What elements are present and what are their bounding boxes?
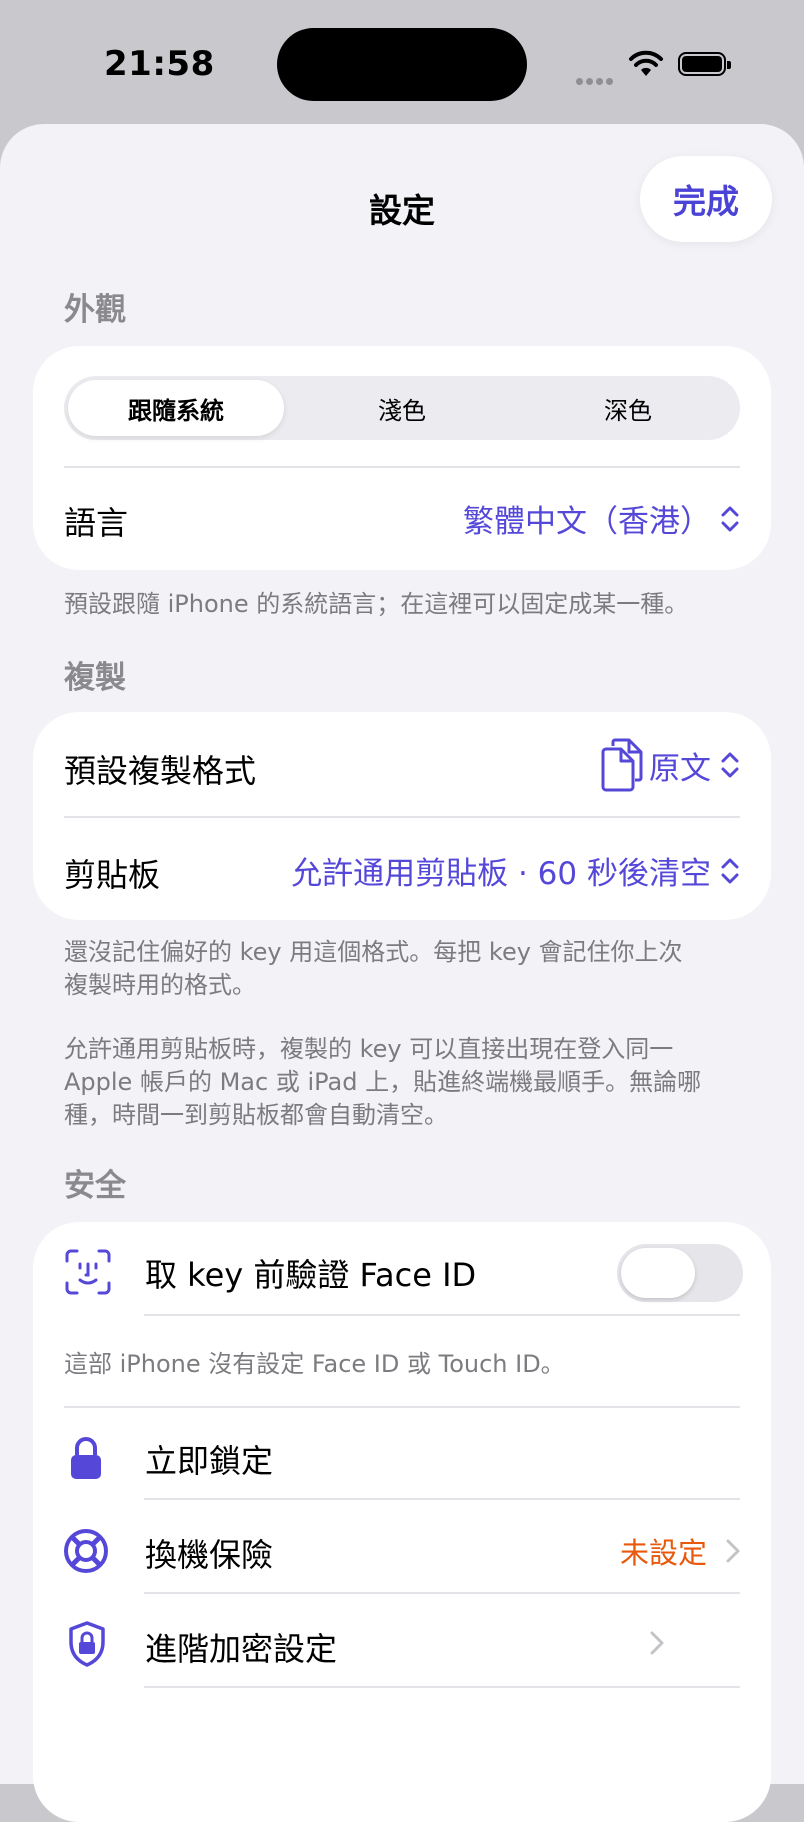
chevron-updown-icon [721, 858, 739, 883]
chevron-right-icon [726, 1539, 740, 1563]
divider [144, 1498, 740, 1500]
section-header-copy: 複製 [64, 660, 126, 696]
clipboard-value: 允許通用剪貼板 · 60 秒後清空 [291, 856, 711, 892]
faceid-toggle[interactable] [617, 1244, 743, 1302]
copy-format-label: 預設複製格式 [64, 752, 257, 790]
dynamic-island [277, 28, 527, 101]
faceid-label: 取 key 前驗證 Face ID [145, 1256, 477, 1294]
segment-dark[interactable]: 深色 [520, 380, 736, 436]
shield-lock-icon [69, 1621, 105, 1667]
divider [64, 1406, 740, 1408]
divider [144, 1686, 740, 1688]
footnote-line: 還沒記住偏好的 key 用這個格式。每把 key 會記住你上次 [64, 938, 683, 966]
segment-follow-system[interactable]: 跟隨系統 [68, 380, 284, 436]
migration-row-value[interactable]: 未設定 [620, 1530, 741, 1572]
footnote-line: 複製時用的格式。 [64, 971, 256, 999]
copy-doc-icon [601, 738, 643, 792]
clipboard-picker[interactable]: 允許通用剪貼板 · 60 秒後清空 [291, 848, 741, 893]
copy-format-footnote: 還沒記住偏好的 key 用這個格式。每把 key 會記住你上次 複製時用的格式。 [64, 936, 754, 1002]
segment-light[interactable]: 淺色 [294, 380, 510, 436]
lifebuoy-icon [64, 1529, 108, 1573]
copy-format-value: 原文 [649, 750, 711, 787]
faceid-note: 這部 iPhone 沒有設定 Face ID 或 Touch ID。 [64, 1350, 565, 1378]
lock-icon [71, 1437, 101, 1479]
done-button[interactable]: 完成 [640, 156, 772, 242]
section-header-appearance: 外觀 [64, 292, 126, 328]
language-picker[interactable]: 繁體中文（香港） [463, 496, 741, 541]
status-time: 21:58 [104, 44, 215, 84]
footnote-line: 種，時間一到剪貼板都會自動清空。 [64, 1101, 448, 1129]
lock-now-button[interactable]: 立即鎖定 [145, 1436, 273, 1482]
migration-status: 未設定 [619, 1536, 707, 1570]
divider [64, 816, 740, 818]
language-value: 繁體中文（香港） [463, 504, 711, 540]
language-footnote: 預設跟隨 iPhone 的系統語言；在這裡可以固定成某一種。 [64, 590, 689, 618]
settings-sheet: 設定 完成 外觀 跟隨系統 淺色 深色 語言 繁體中文（香港） 預設跟隨 iPh… [0, 124, 804, 1822]
toggle-knob [621, 1248, 695, 1298]
clipboard-label: 剪貼板 [64, 856, 161, 894]
appearance-segmented-control: 跟隨系統 淺色 深色 [64, 376, 740, 440]
divider [144, 1314, 740, 1316]
chevron-right-icon[interactable] [649, 1630, 665, 1656]
encryption-settings-label[interactable]: 進階加密設定 [145, 1624, 337, 1670]
language-label: 語言 [64, 504, 129, 542]
appearance-card: 跟隨系統 淺色 深色 語言 繁體中文（香港） [33, 346, 771, 570]
status-bar: 21:58 [0, 0, 804, 120]
chevron-updown-icon [721, 506, 739, 531]
footnote-line: 允許通用剪貼板時，複製的 key 可以直接出現在登入同一 [64, 1035, 674, 1063]
clipboard-footnote: 允許通用剪貼板時，複製的 key 可以直接出現在登入同一 Apple 帳戶的 M… [64, 1033, 754, 1132]
cellular-signal-icon [576, 70, 616, 89]
battery-icon [678, 52, 731, 76]
copy-format-picker[interactable]: 原文 [599, 738, 741, 792]
divider [64, 466, 740, 468]
section-header-security: 安全 [64, 1168, 126, 1204]
copy-card: 預設複製格式 原文 剪貼板 允許通用剪貼板 · 60 秒後清空 [33, 712, 771, 920]
migration-label[interactable]: 換機保險 [145, 1530, 273, 1576]
security-card: 取 key 前驗證 Face ID 這部 iPhone 沒有設定 Face ID… [33, 1222, 771, 1822]
wifi-icon [629, 50, 663, 76]
footnote-line: Apple 帳戶的 Mac 或 iPad 上，貼進終端機最順手。無論哪 [64, 1068, 702, 1096]
face-id-icon [65, 1249, 111, 1295]
chevron-updown-icon [721, 752, 739, 778]
divider [144, 1592, 740, 1594]
